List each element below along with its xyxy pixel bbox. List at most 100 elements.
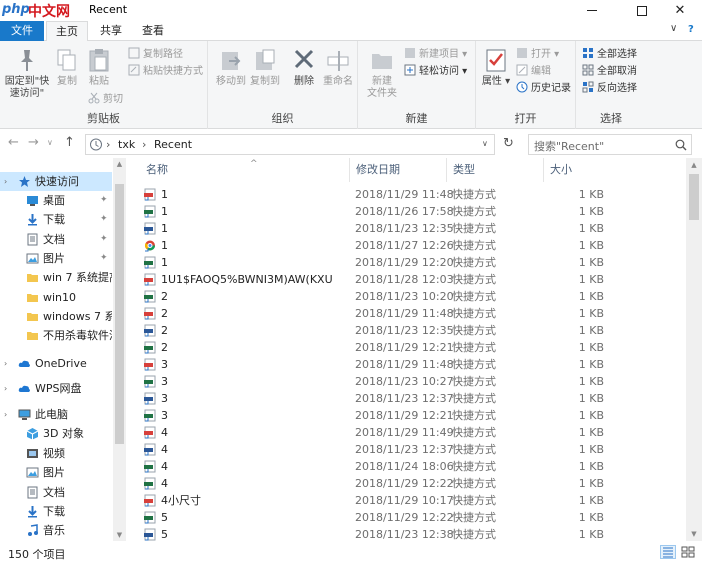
recent-locations-icon[interactable]: ∨ [47, 138, 53, 147]
invert-selection-button[interactable]: 反向选择 [582, 80, 637, 97]
nav-item[interactable]: › 此电脑 [0, 405, 112, 424]
open-button[interactable]: 打开 ▾ [516, 46, 559, 63]
scroll-up-icon[interactable]: ▲ [686, 161, 702, 169]
scroll-up-icon[interactable]: ▲ [113, 160, 126, 168]
pin-icon: ✦ [100, 234, 108, 244]
nav-item[interactable]: › 快速访问 [0, 172, 112, 191]
file-row[interactable]: 2 2018/11/29 12:21 快捷方式 1 KB [140, 339, 615, 356]
tab-home[interactable]: 主页 [46, 21, 88, 42]
file-row[interactable]: 4 2018/11/29 12:22 快捷方式 1 KB [140, 475, 615, 492]
search-input[interactable]: 搜索"Recent" [528, 134, 692, 155]
history-button[interactable]: 历史记录 [516, 80, 571, 97]
select-all-icon [583, 48, 593, 58]
nav-item[interactable]: 音乐 [0, 521, 112, 540]
easy-access-button[interactable]: 轻松访问 ▾ [404, 63, 467, 80]
column-name[interactable]: 名称 ^ [140, 158, 350, 182]
nav-item[interactable]: windows 7 系统 [0, 307, 112, 326]
nav-item[interactable]: 图片 [0, 463, 112, 482]
file-row[interactable]: 4 2018/11/29 11:49 快捷方式 1 KB [140, 424, 615, 441]
file-row[interactable]: 4 2018/11/23 12:37 快捷方式 1 KB [140, 441, 615, 458]
rename-button[interactable]: 重命名 [320, 47, 356, 88]
file-name: 1U1$FAOQ5%BWNI3M)AW(KXU [161, 273, 333, 286]
breadcrumb-txk[interactable]: txk [118, 138, 135, 151]
file-row[interactable]: 5 2018/11/29 12:22 快捷方式 1 KB [140, 509, 615, 526]
paste-shortcut-button[interactable]: 粘贴快捷方式 [128, 63, 203, 80]
new-item-button[interactable]: 新建项目 ▾ [404, 46, 467, 63]
nav-item[interactable]: win10 [0, 288, 112, 307]
nav-scrollbar[interactable]: ▲ ▼ [113, 158, 126, 541]
nav-item[interactable]: 不用杀毒软件清 [0, 326, 112, 345]
ribbon-collapse-icon[interactable]: ∨ [670, 23, 677, 34]
file-row[interactable]: 3 2018/11/23 12:37 快捷方式 1 KB [140, 390, 615, 407]
expand-chevron-icon[interactable]: › [4, 354, 7, 373]
nav-item[interactable]: 文档 ✦ [0, 230, 112, 249]
file-row[interactable]: 4小尺寸 2018/11/29 10:17 快捷方式 1 KB [140, 492, 615, 509]
help-icon[interactable]: ? [688, 24, 694, 35]
expand-chevron-icon[interactable]: › [4, 379, 7, 398]
nav-item[interactable]: 下载 ✦ [0, 210, 112, 229]
tab-view[interactable]: 查看 [132, 21, 174, 41]
breadcrumb-recent[interactable]: Recent [154, 138, 192, 151]
delete-button[interactable]: 删除 [290, 47, 318, 88]
file-scroll-thumb[interactable] [689, 174, 699, 220]
file-row[interactable]: 5 2018/11/23 12:38 快捷方式 1 KB [140, 526, 615, 541]
pin-quick-access-button[interactable]: 固定到"快 速访问" [2, 47, 52, 100]
edit-button[interactable]: 编辑 [516, 63, 551, 80]
file-row[interactable]: 3 2018/11/23 10:27 快捷方式 1 KB [140, 373, 615, 390]
copy-path-button[interactable]: 复制路径 [128, 46, 183, 63]
tab-share[interactable]: 共享 [90, 21, 132, 41]
tab-file[interactable]: 文件 [0, 21, 44, 41]
cut-button[interactable]: 剪切 [88, 91, 123, 108]
column-date[interactable]: 修改日期 [350, 158, 447, 182]
nav-item[interactable]: 下载 [0, 502, 112, 521]
move-to-button[interactable]: 移动到 [214, 47, 248, 88]
file-row[interactable]: 2 2018/11/29 11:48 快捷方式 1 KB [140, 305, 615, 322]
expand-chevron-icon[interactable]: › [4, 405, 7, 424]
nav-item[interactable]: win 7 系统提高\ [0, 268, 112, 287]
properties-button[interactable]: 属性 ▾ [480, 47, 512, 88]
address-bar[interactable]: › txk › Recent ∨ [85, 134, 495, 155]
file-row[interactable]: 1 2018/11/26 17:58 快捷方式 1 KB [140, 203, 615, 220]
nav-item[interactable]: › OneDrive [0, 354, 112, 373]
nav-item[interactable]: 桌面 ✦ [0, 191, 112, 210]
copy-to-button[interactable]: 复制到 [248, 47, 282, 88]
close-button[interactable]: ✕ [658, 0, 702, 21]
file-row[interactable]: 1 2018/11/27 12:26 快捷方式 1 KB [140, 237, 615, 254]
back-button[interactable]: ← [8, 135, 19, 150]
file-row[interactable]: 1U1$FAOQ5%BWNI3M)AW(KXU 2018/11/28 12:03 快… [140, 271, 615, 288]
scroll-down-icon[interactable]: ▼ [686, 530, 702, 538]
select-all-button[interactable]: 全部选择 [582, 46, 637, 63]
scroll-down-icon[interactable]: ▼ [113, 531, 126, 539]
forward-button[interactable]: → [28, 135, 39, 150]
copy-button[interactable]: 复制 [52, 47, 82, 88]
nav-item[interactable]: 文档 [0, 483, 112, 502]
file-scrollbar[interactable]: ▲ ▼ [686, 158, 702, 541]
address-dropdown-icon[interactable]: ∨ [482, 139, 488, 148]
new-folder-button[interactable]: 新建 文件夹 [362, 47, 402, 100]
minimize-button[interactable] [570, 0, 614, 21]
file-row[interactable]: 1 2018/11/29 11:48 快捷方式 1 KB [140, 186, 615, 203]
details-view-button[interactable] [660, 545, 676, 559]
file-row[interactable]: 1 2018/11/23 12:35 快捷方式 1 KB [140, 220, 615, 237]
column-type[interactable]: 类型 [447, 158, 544, 182]
pdf-shortcut-icon [144, 307, 156, 320]
file-row[interactable]: 4 2018/11/24 18:06 快捷方式 1 KB [140, 458, 615, 475]
file-row[interactable]: 1 2018/11/29 12:20 快捷方式 1 KB [140, 254, 615, 271]
file-row[interactable]: 2 2018/11/23 12:35 快捷方式 1 KB [140, 322, 615, 339]
nav-item[interactable]: 3D 对象 [0, 424, 112, 443]
large-icons-view-button[interactable] [680, 545, 696, 559]
select-none-button[interactable]: 全部取消 [582, 63, 637, 80]
refresh-button[interactable]: ↻ [498, 134, 519, 155]
file-row[interactable]: 2 2018/11/23 10:20 快捷方式 1 KB [140, 288, 615, 305]
expand-chevron-icon[interactable]: › [4, 172, 7, 191]
nav-scroll-thumb[interactable] [115, 184, 124, 444]
nav-item[interactable]: › WPS网盘 [0, 379, 112, 398]
file-date: 2018/11/23 10:20 [355, 290, 454, 303]
paste-button[interactable]: 粘贴 [84, 47, 114, 88]
nav-item[interactable]: 视频 [0, 444, 112, 463]
up-button[interactable]: ↑ [64, 135, 75, 150]
file-row[interactable]: 3 2018/11/29 12:21 快捷方式 1 KB [140, 407, 615, 424]
file-row[interactable]: 3 2018/11/29 11:48 快捷方式 1 KB [140, 356, 615, 373]
column-size[interactable]: 大小 [544, 158, 624, 182]
nav-item[interactable]: 图片 ✦ [0, 249, 112, 268]
